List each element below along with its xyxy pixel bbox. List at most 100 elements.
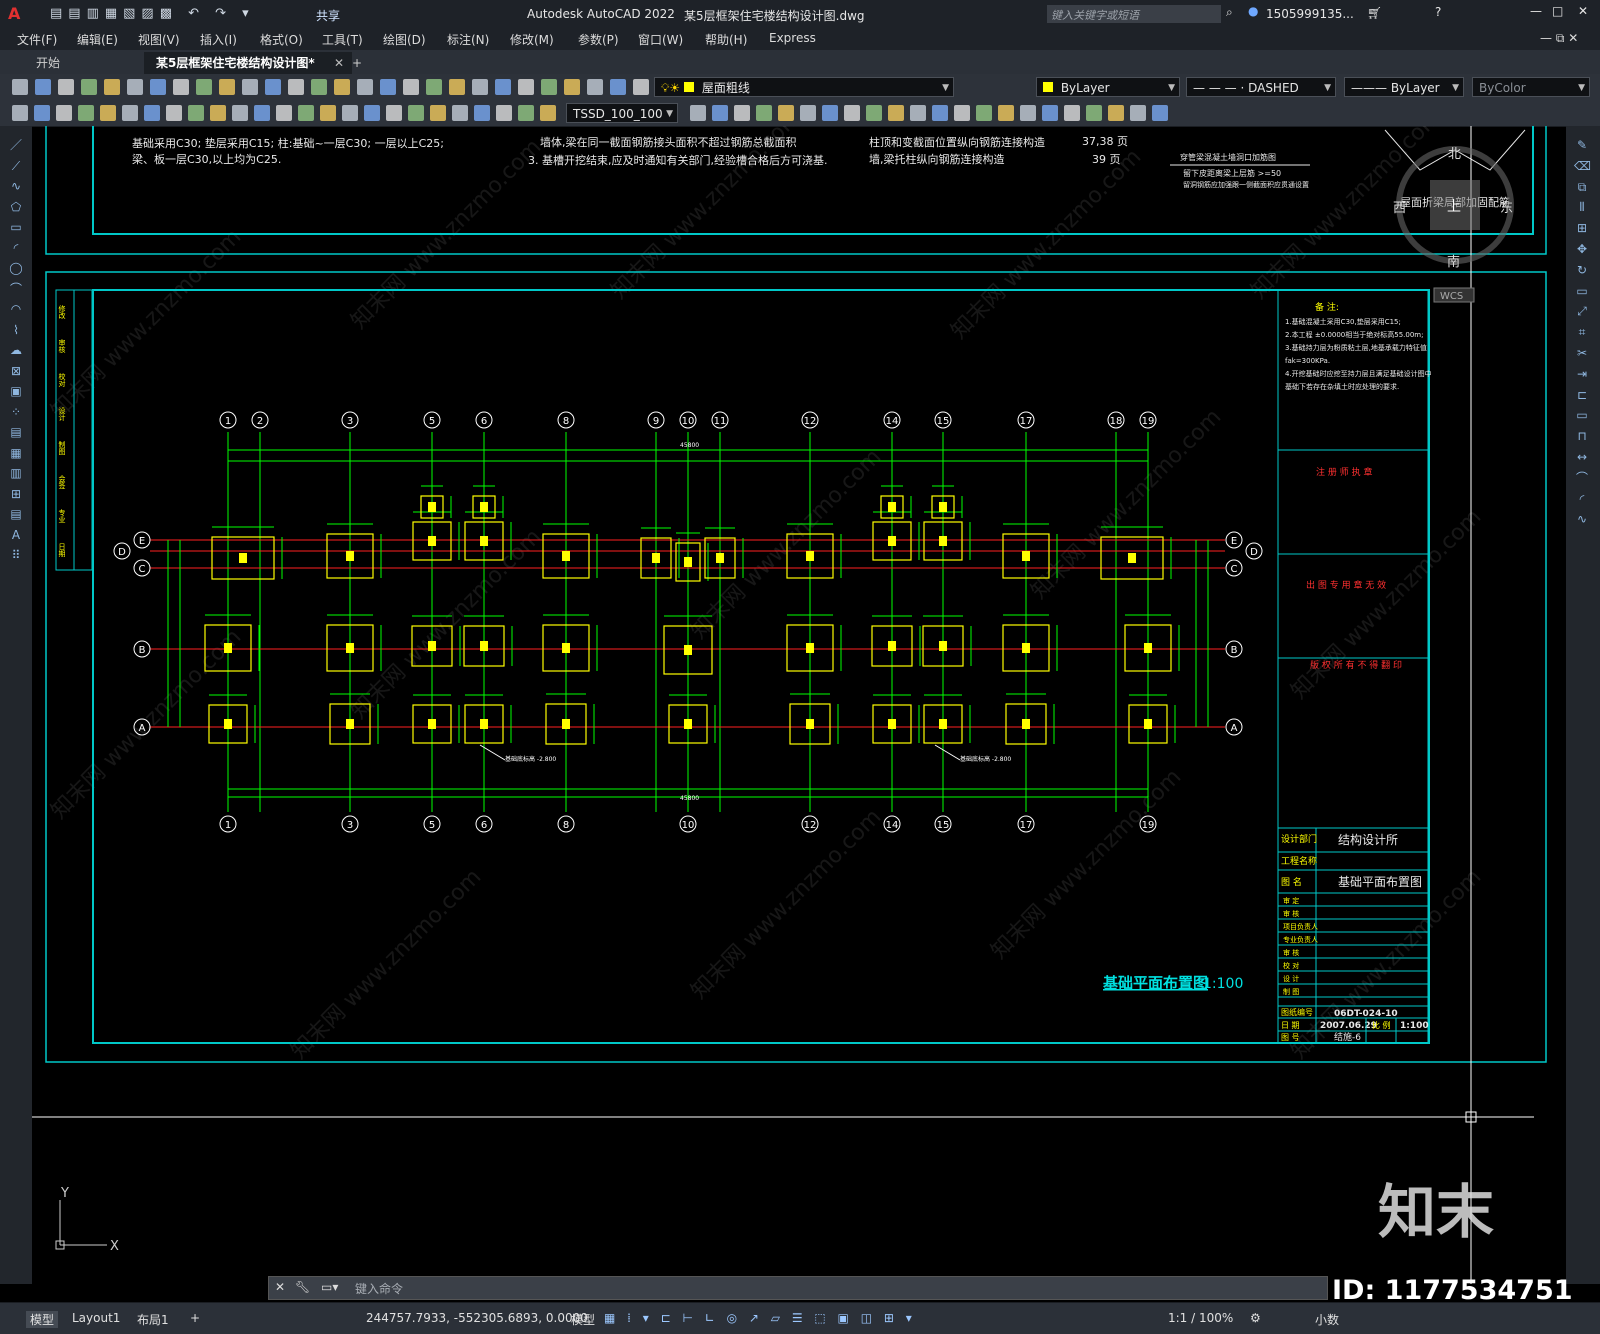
menu-file[interactable]: 文件(F) (17, 31, 57, 48)
modify-tool-icon[interactable]: ▭ (1574, 408, 1590, 422)
toolbar-tool-icon[interactable] (311, 79, 327, 95)
toolbar-tool-icon[interactable] (610, 79, 626, 95)
modify-tool-icon[interactable]: ∿ (1574, 512, 1590, 526)
toolbar-tool-icon[interactable] (587, 79, 603, 95)
draw-tool-icon[interactable]: ⟋ (8, 159, 24, 173)
close-cmd-icon[interactable]: ✕ (275, 1280, 285, 1294)
toolbar-tool-icon[interactable] (334, 79, 350, 95)
quick-access-toolbar[interactable]: ▤▤▥▦▧▨▩ ↶ ↷ ▾ (50, 6, 255, 21)
dimstyle-dropdown[interactable]: TSSD_100_100 ▼ (566, 103, 678, 123)
draw-tool-icon[interactable]: ⁘ (8, 405, 24, 419)
toolbar-tool-icon[interactable] (34, 105, 50, 121)
toolbar-tool-icon[interactable] (150, 79, 166, 95)
toolbar-tool-icon[interactable] (976, 105, 992, 121)
search-icon[interactable]: ⌕ (1226, 5, 1233, 20)
toolbar-tool-icon[interactable] (822, 105, 838, 121)
toolbar-tool-icon[interactable] (1020, 105, 1036, 121)
draw-tool-icon[interactable]: ⊞ (8, 487, 24, 501)
menu-tools[interactable]: 工具(T) (322, 31, 363, 48)
annotation-scale[interactable]: 1:1 / 100% (1168, 1311, 1233, 1325)
toolbar-tool-icon[interactable] (756, 105, 772, 121)
draw-tool-icon[interactable]: ⌇ (8, 323, 24, 337)
toolbar-tool-icon[interactable] (144, 105, 160, 121)
doc-window-controls[interactable]: — ⧉ ✕ (1540, 31, 1578, 46)
command-line[interactable]: ✕ 🔧︎ ▭▾ 键入命令 (268, 1276, 1328, 1300)
toolbar-tool-icon[interactable] (633, 79, 649, 95)
toolbar-tool-icon[interactable] (518, 79, 534, 95)
autocad-logo-icon[interactable]: A (8, 4, 20, 23)
toolbar-tool-icon[interactable] (1152, 105, 1168, 121)
toolbar-tool-icon[interactable] (541, 79, 557, 95)
menu-modify[interactable]: 修改(M) (510, 31, 554, 48)
toolbar-tool-icon[interactable] (712, 105, 728, 121)
draw-tool-icon[interactable]: ⬠ (8, 200, 24, 214)
modify-tool-icon[interactable]: ⌫ (1574, 159, 1591, 173)
new-tab-button[interactable]: + (340, 52, 374, 74)
toolbar-tool-icon[interactable] (173, 79, 189, 95)
modify-tool-icon[interactable]: ⊓ (1574, 429, 1590, 443)
toolbar-tool-icon[interactable] (364, 105, 380, 121)
toolbar-tool-icon[interactable] (100, 105, 116, 121)
toolbar-tool-icon[interactable] (540, 105, 556, 121)
toolbar-tool-icon[interactable] (495, 79, 511, 95)
menu-help[interactable]: 帮助(H) (705, 31, 747, 48)
toolbar-tool-icon[interactable] (298, 105, 314, 121)
modify-tool-icon[interactable]: ↻ (1574, 263, 1590, 277)
toolbar-tool-icon[interactable] (474, 105, 490, 121)
toolbar-tool-icon[interactable] (426, 79, 442, 95)
toolbar-tool-icon[interactable] (564, 79, 580, 95)
command-history-icon[interactable]: ▭▾ (321, 1280, 338, 1294)
modify-tool-icon[interactable]: ⌒ (1574, 471, 1590, 485)
draw-tool-icon[interactable]: ／ (8, 138, 24, 152)
viewcube-south[interactable]: 南 (1447, 254, 1460, 270)
toolbar-tool-icon[interactable] (12, 105, 28, 121)
color-dropdown[interactable]: ByLayer ▼ (1036, 77, 1180, 97)
viewcube-north[interactable]: 北 (1448, 147, 1461, 162)
draw-tool-icon[interactable]: ▤ (8, 425, 24, 439)
draw-tool-icon[interactable]: ⠿ (8, 548, 24, 562)
toolbar-tool-icon[interactable] (430, 105, 446, 121)
model-space-button[interactable]: 模型 (571, 1311, 595, 1328)
toolbar-tool-icon[interactable] (104, 79, 120, 95)
menu-insert[interactable]: 插入(I) (200, 31, 237, 48)
layout1-tab[interactable]: Layout1 (72, 1311, 120, 1325)
toolbar-tool-icon[interactable] (472, 79, 488, 95)
toolbar-tool-icon[interactable] (320, 105, 336, 121)
menu-format[interactable]: 格式(O) (260, 31, 303, 48)
toolbar-tool-icon[interactable] (888, 105, 904, 121)
draw-tool-icon[interactable]: ▭ (8, 220, 24, 234)
modify-tool-icon[interactable]: ⧉ (1574, 180, 1590, 194)
toolbar-tool-icon[interactable] (78, 105, 94, 121)
toolbar-tool-icon[interactable] (954, 105, 970, 121)
toolbar-tool-icon[interactable] (81, 79, 97, 95)
toolbar-tool-icon[interactable] (219, 79, 235, 95)
toolbar-tool-icon[interactable] (800, 105, 816, 121)
toolbar-tool-icon[interactable] (690, 105, 706, 121)
toolbar-tool-icon[interactable] (276, 105, 292, 121)
toolbar-tool-icon[interactable] (254, 105, 270, 121)
toolbar-tool-icon[interactable] (35, 79, 51, 95)
wrench-icon[interactable]: 🔧︎ (295, 1280, 310, 1294)
draw-tool-icon[interactable]: ▣ (8, 384, 24, 398)
help-icon[interactable]: ? (1435, 5, 1441, 19)
toolbar-tool-icon[interactable] (232, 105, 248, 121)
toolbar-tool-icon[interactable] (58, 79, 74, 95)
toolbar-tool-icon[interactable] (1086, 105, 1102, 121)
toolbar-tool-icon[interactable] (196, 79, 212, 95)
tab-start[interactable]: 开始 (24, 52, 72, 74)
toolbar-tool-icon[interactable] (288, 79, 304, 95)
menu-edit[interactable]: 编辑(E) (77, 31, 118, 48)
toolbar-tool-icon[interactable] (408, 105, 424, 121)
toolbar-tool-icon[interactable] (518, 105, 534, 121)
close-window-button[interactable]: ✕ (1578, 4, 1588, 18)
user-name[interactable]: 1505999135... (1266, 7, 1354, 21)
draw-tool-icon[interactable]: A (8, 528, 24, 542)
toolbar-tool-icon[interactable] (1108, 105, 1124, 121)
draw-tool-icon[interactable]: ⌒ (8, 282, 24, 296)
toolbar-tool-icon[interactable] (734, 105, 750, 121)
toolbar-tool-icon[interactable] (12, 79, 28, 95)
draw-tool-icon[interactable]: ◯ (8, 261, 24, 275)
modify-tool-icon[interactable]: ⊏ (1574, 388, 1590, 402)
toolbar-tool-icon[interactable] (1042, 105, 1058, 121)
model-tab[interactable]: 模型 (26, 1311, 59, 1328)
